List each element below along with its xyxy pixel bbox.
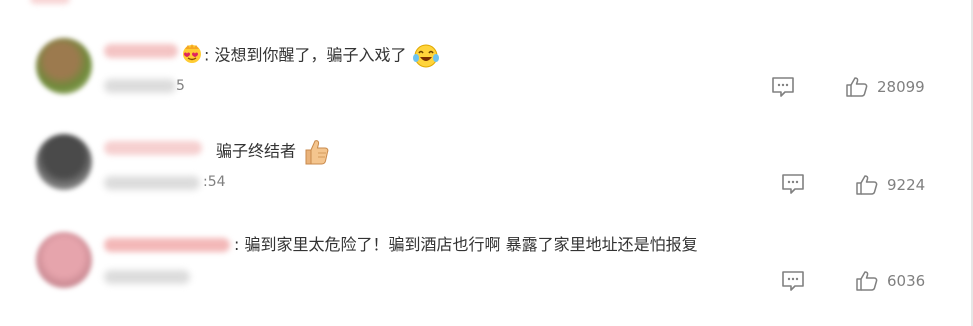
- thumbs-up-icon: [856, 271, 878, 291]
- comment-colon: :: [204, 45, 210, 65]
- comment-icon: [782, 271, 804, 291]
- reply-button[interactable]: [771, 76, 795, 98]
- laughing-tears-emoji: [412, 44, 439, 68]
- like-count: 9224: [887, 176, 926, 194]
- thumbs-up-icon: [846, 77, 868, 97]
- thumbs-up-icon: [856, 175, 878, 195]
- reply-button[interactable]: [781, 173, 805, 195]
- timestamp-blurred: [104, 79, 176, 93]
- comment-text: 骗子终结者: [216, 137, 331, 167]
- comment-text: : 没想到你醒了，骗子入戏了: [204, 42, 440, 70]
- comment-body: 骗到家里太危险了！骗到酒店也行啊 暴露了家里地址还是怕报复: [244, 235, 698, 254]
- comment-colon: :: [234, 235, 240, 254]
- like-button[interactable]: 28099: [845, 76, 925, 98]
- avatar[interactable]: [36, 38, 92, 94]
- comment-text: : 骗到家里太危险了！骗到酒店也行啊 暴露了家里地址还是怕报复: [234, 235, 698, 255]
- like-button[interactable]: 6036: [855, 270, 925, 292]
- thumbs-up-emoji: [305, 140, 329, 165]
- username-blurred[interactable]: [104, 238, 230, 252]
- crown-heart-icon: [183, 44, 201, 63]
- comment-icon: [782, 174, 804, 194]
- comment-body: 骗子终结者: [216, 141, 297, 161]
- comment-body: 没想到你醒了，骗子入戏了: [214, 45, 407, 65]
- like-button[interactable]: 9224: [855, 174, 925, 196]
- previous-comment-blur: [30, 0, 70, 4]
- like-count: 28099: [877, 78, 925, 96]
- avatar[interactable]: [36, 232, 92, 288]
- comment-icon: [772, 77, 794, 97]
- timestamp-tail: :54: [203, 174, 226, 190]
- timestamp-tail: 5: [176, 78, 185, 94]
- avatar[interactable]: [36, 134, 92, 190]
- reply-button[interactable]: [781, 270, 805, 292]
- like-count: 6036: [887, 272, 926, 290]
- username-blurred[interactable]: [104, 141, 202, 155]
- username-blurred[interactable]: [104, 44, 178, 58]
- timestamp-blurred: [104, 176, 200, 190]
- timestamp-blurred: [104, 270, 190, 284]
